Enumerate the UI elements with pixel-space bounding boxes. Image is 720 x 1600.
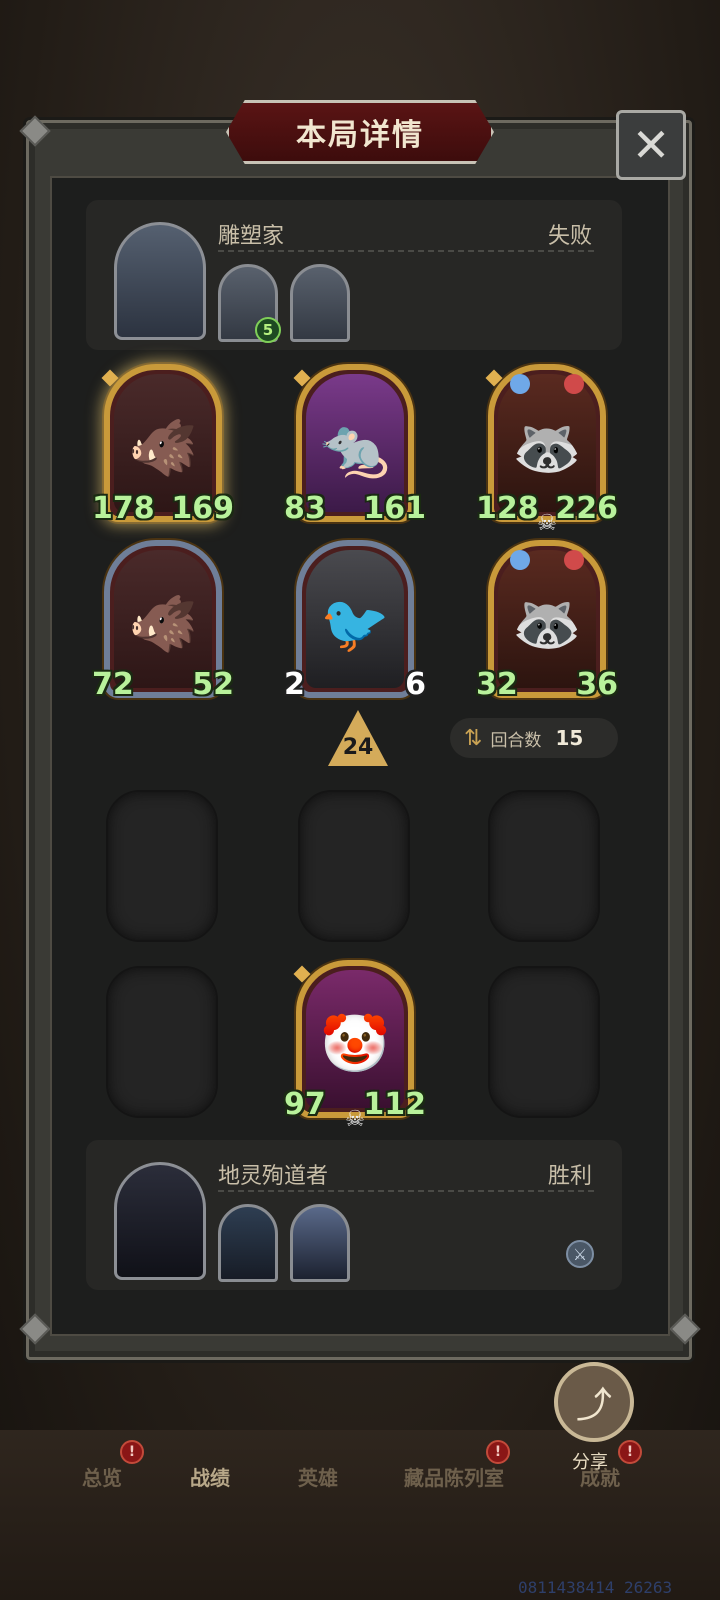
nav-heroes[interactable]: 英雄 (298, 1462, 338, 1491)
alert-badge: ! (486, 1440, 510, 1464)
empty-slot (488, 790, 600, 942)
hero-power-slot[interactable] (290, 264, 350, 342)
racoon-icon: 🦝 (512, 591, 582, 657)
rounds-label: 回合数 (490, 730, 542, 751)
empty-slot (298, 790, 410, 942)
share-icon: ⤴ (575, 1385, 612, 1426)
boar-icon: 🐗 (128, 415, 198, 481)
tier-value: 24 (342, 735, 374, 760)
clown-icon: 🤡 (320, 1011, 390, 1077)
watermark: 0811438414 26263 (518, 1578, 673, 1597)
rounds-value: 15 (555, 726, 584, 750)
match-result: 胜利 (547, 1164, 592, 1189)
empty-slot (106, 790, 218, 942)
match-result: 失败 (547, 224, 592, 249)
page-title: 本局详情 (296, 118, 424, 153)
attack-value: 178 (92, 491, 155, 526)
attack-value: 2 (284, 667, 305, 702)
attack-value: 83 (284, 491, 326, 526)
health-value: 161 (363, 491, 426, 526)
health-value: 6 (405, 667, 426, 702)
health-value: 169 (171, 491, 234, 526)
share-button[interactable]: ⤴ (554, 1362, 634, 1442)
health-value: 226 (555, 491, 618, 526)
nav-records[interactable]: 战绩 (190, 1462, 230, 1491)
minion-card[interactable]: 🐀 83 161 (284, 364, 426, 526)
empty-slot (488, 966, 600, 1118)
divider (218, 1190, 594, 1192)
hero-name: 地灵殉道者 (218, 1164, 329, 1189)
title-banner: 本局详情 (226, 100, 494, 164)
hero-power-slot[interactable] (218, 1204, 278, 1282)
card-art: 🐦 (306, 550, 404, 688)
level-badge: 5 (255, 317, 281, 343)
health-value: 36 (576, 667, 618, 702)
red-orb-icon (564, 550, 584, 570)
minion-card[interactable]: 🦝 32 36 (476, 540, 618, 702)
health-value: 112 (363, 1087, 426, 1122)
hero-name: 雕塑家 (218, 224, 285, 249)
red-orb-icon (564, 374, 584, 394)
rat-icon: 🐀 (320, 415, 390, 481)
minion-card[interactable]: 🐦 2 6 (284, 540, 426, 702)
rounds-counter: ⇅ 回合数 15 (450, 718, 618, 758)
hero-portrait-martyr[interactable] (114, 1162, 206, 1280)
refresh-icon: ⇅ (464, 725, 483, 751)
close-icon: ✕ (631, 118, 671, 172)
empty-slot (106, 966, 218, 1118)
skull-icon: ☠ (537, 511, 557, 536)
divider (218, 250, 594, 252)
hero-portrait-sculptor[interactable] (114, 222, 206, 340)
attack-value: 128 (476, 491, 539, 526)
hero-power-slot[interactable]: 5 (218, 264, 281, 343)
skull-icon: ☠ (345, 1107, 365, 1132)
health-value: 52 (192, 667, 234, 702)
attack-value: 97 (284, 1087, 326, 1122)
minion-card[interactable]: 🐗 178 169 (92, 364, 234, 526)
minion-card[interactable]: 🦝 128 226 ☠ (476, 364, 618, 536)
sword-icon: ⚔ (566, 1240, 594, 1268)
minion-card[interactable]: 🤡 97 112 ☠ (284, 960, 426, 1132)
minion-card[interactable]: 🐗 72 52 (92, 540, 234, 702)
plague-doctor-icon: 🐦 (320, 591, 390, 657)
blue-orb-icon (510, 374, 530, 394)
nav-overview[interactable]: 总览 (82, 1462, 122, 1491)
alert-badge: ! (618, 1440, 642, 1464)
bottom-nav (0, 1430, 720, 1600)
nav-collection[interactable]: 藏品陈列室 (404, 1462, 504, 1491)
attack-value: 32 (476, 667, 518, 702)
opponent-panel: 雕塑家 失败 5 (86, 200, 622, 350)
boar-icon: 🐗 (128, 591, 198, 657)
racoon-icon: 🦝 (512, 415, 582, 481)
attack-value: 72 (92, 667, 134, 702)
close-button[interactable]: ✕ (616, 110, 686, 180)
blue-orb-icon (510, 550, 530, 570)
share-label: 分享 (572, 1452, 608, 1473)
player-panel: 地灵殉道者 胜利 ⚔ (86, 1140, 622, 1290)
alert-badge: ! (120, 1440, 144, 1464)
hero-power-slot[interactable] (290, 1204, 350, 1282)
